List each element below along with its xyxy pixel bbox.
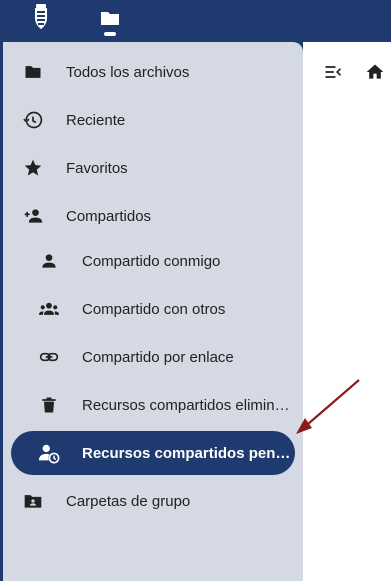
files-app-button[interactable] [98, 8, 122, 38]
menu-close-icon[interactable] [323, 62, 343, 82]
nav-item-label: Recursos compartidos pendientes [82, 444, 295, 462]
nav-item-deleted-shares[interactable]: Recursos compartidos eliminados [11, 383, 295, 427]
nav-item-all-files[interactable]: Todos los archivos [11, 50, 295, 94]
link-icon [38, 346, 60, 368]
nav-item-pending-shares[interactable]: Recursos compartidos pendientes [11, 431, 295, 475]
nav-item-label: Compartidos [66, 207, 152, 225]
nav-item-favorites[interactable]: Favoritos [11, 146, 295, 190]
nav-item-label: Compartido conmigo [82, 252, 221, 270]
main-content [303, 42, 391, 581]
home-icon[interactable] [365, 62, 385, 82]
nav-item-shared-with-me[interactable]: Compartido conmigo [11, 239, 295, 283]
nav-item-label: Carpetas de grupo [66, 492, 191, 510]
active-app-indicator [104, 32, 116, 36]
top-header-bar [0, 0, 391, 42]
trash-icon [38, 394, 60, 416]
nav-item-label: Favoritos [66, 159, 128, 177]
nav-item-shared[interactable]: Compartidos [11, 194, 295, 238]
folder-icon [101, 12, 119, 25]
nav-item-label: Recursos compartidos eliminados [82, 396, 295, 414]
group-icon [38, 298, 60, 320]
star-icon [22, 157, 44, 179]
nav-item-label: Todos los archivos [66, 63, 190, 81]
folder-icon [22, 61, 44, 83]
person-icon [38, 250, 60, 272]
nav-item-label: Compartido por enlace [82, 348, 234, 366]
nav-item-recent[interactable]: Reciente [11, 98, 295, 142]
group-folder-icon [22, 490, 44, 512]
nav-item-shared-by-link[interactable]: Compartido por enlace [11, 335, 295, 379]
navigation-sidebar: Todos los archivos Reciente Favoritos Co… [3, 42, 303, 581]
history-icon [22, 109, 44, 131]
share-user-icon [22, 205, 44, 227]
nav-item-label: Compartido con otros [82, 300, 226, 318]
person-clock-icon [38, 442, 60, 464]
nav-item-label: Reciente [66, 111, 126, 129]
coat-of-arms-icon[interactable] [31, 4, 51, 30]
nav-item-group-folders[interactable]: Carpetas de grupo [11, 479, 295, 523]
nav-item-shared-with-others[interactable]: Compartido con otros [11, 287, 295, 331]
